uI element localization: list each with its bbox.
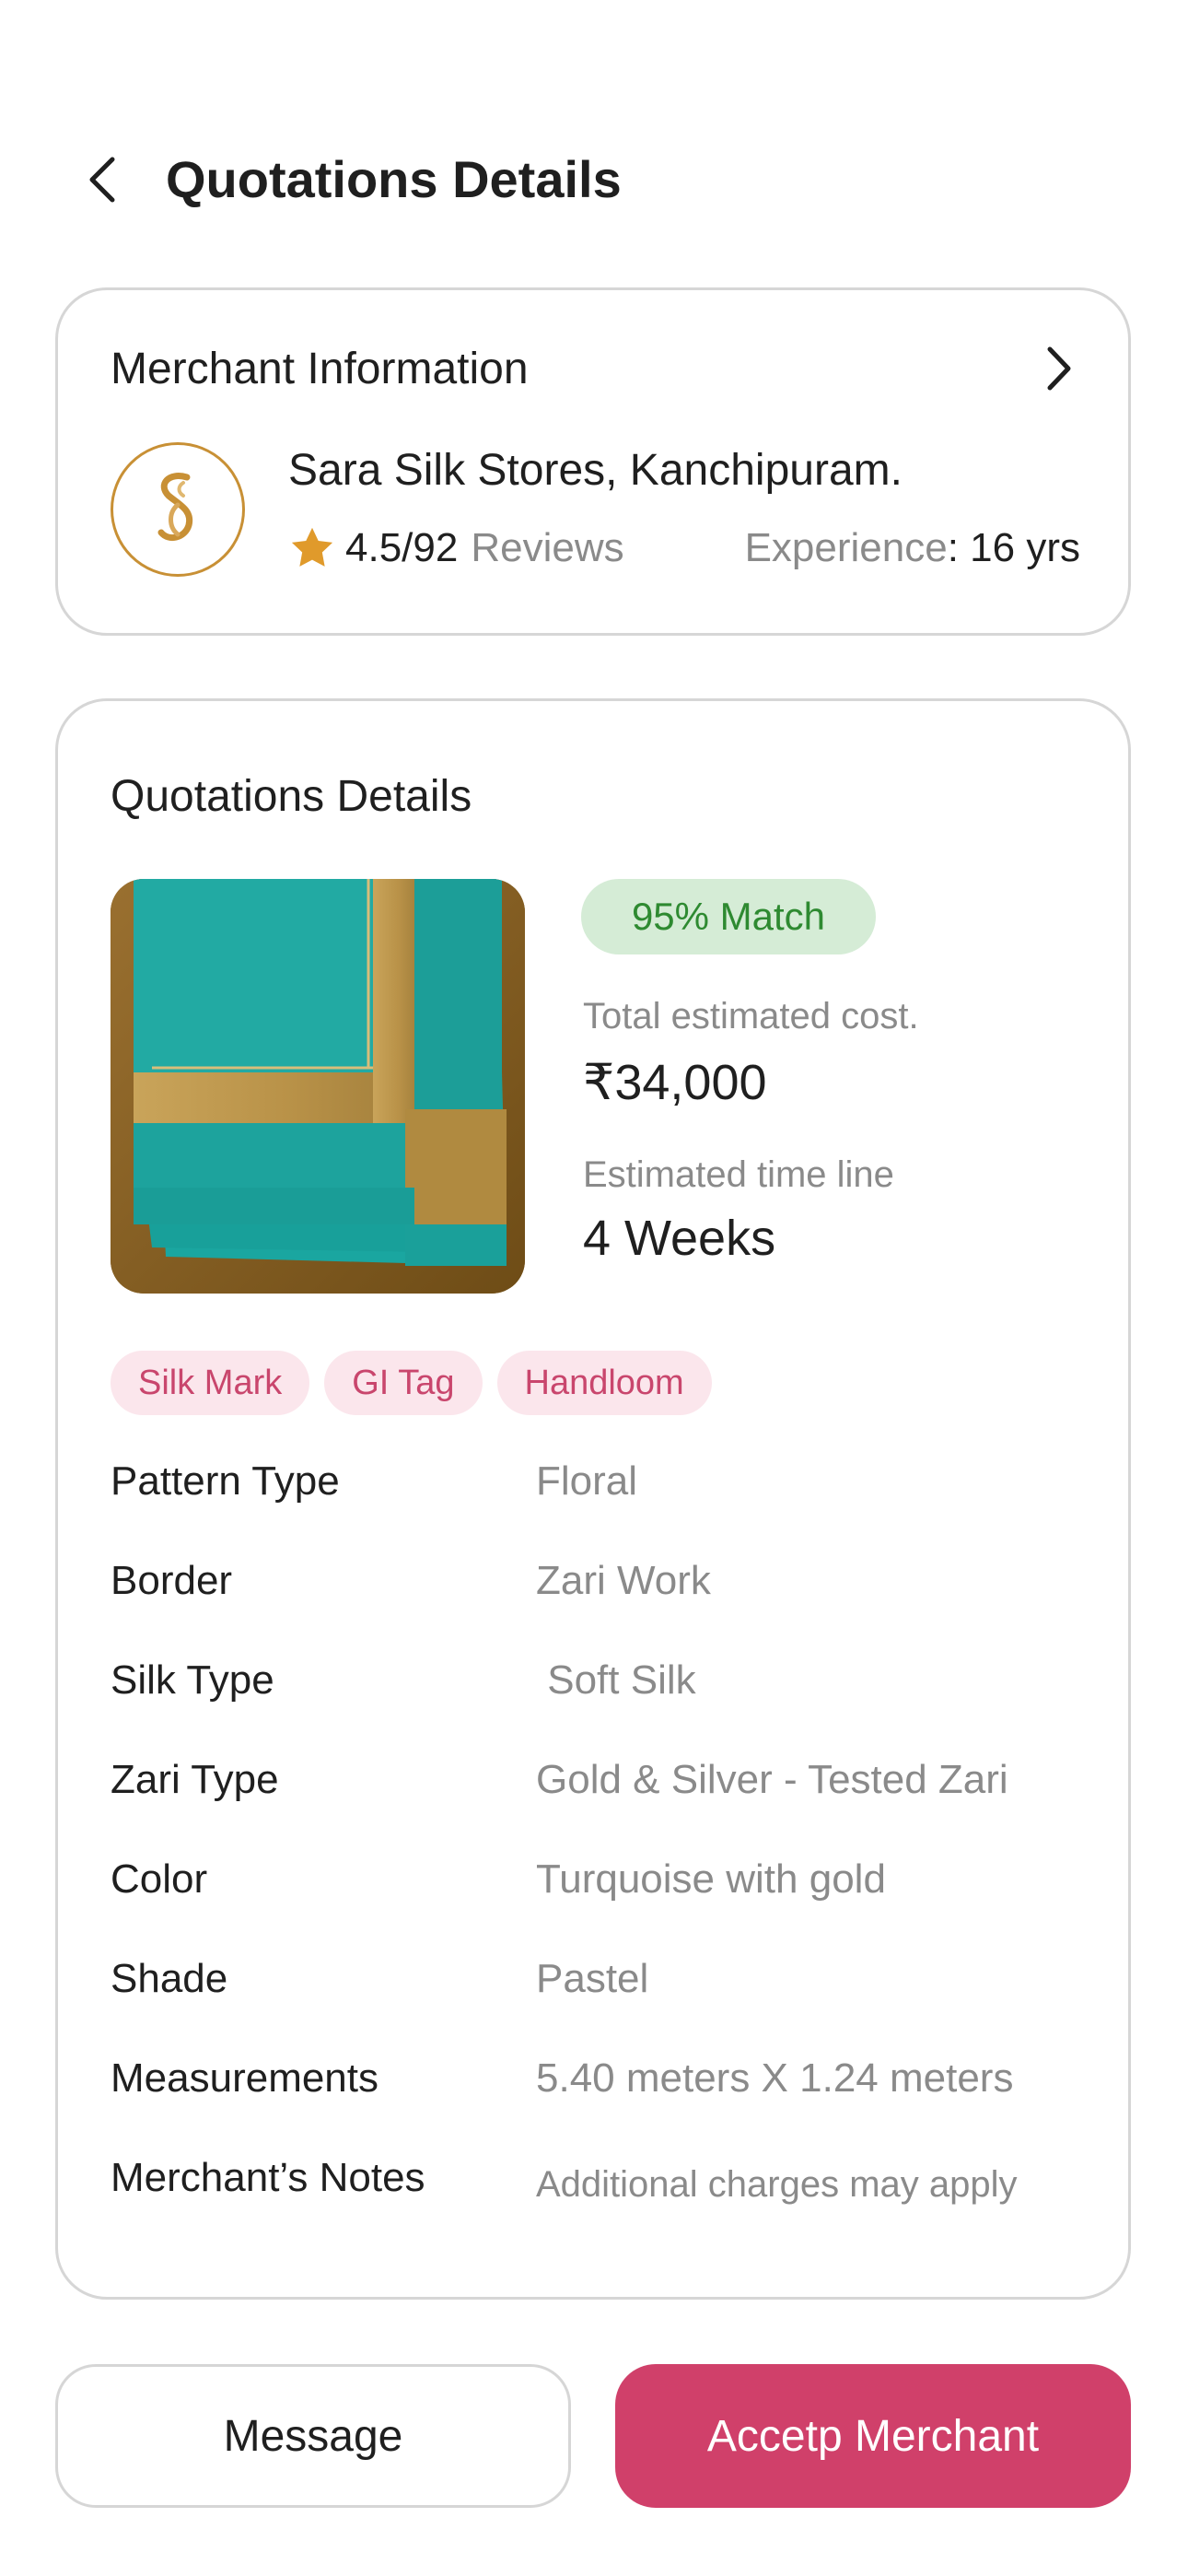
timeline-value: 4 Weeks (583, 1211, 776, 1266)
spec-row: Merchant’s Notes Additional charges may … (111, 2155, 1096, 2254)
quotation-section-title: Quotations Details (111, 772, 472, 821)
tag-handloom: Handloom (496, 1351, 712, 1415)
merchant-rating-row: 4.5/92 Reviews Experience: 16 yrs (288, 521, 1080, 576)
experience-value: 16 yrs (970, 525, 1080, 570)
experience-label: Experience (744, 525, 948, 570)
page-title: Quotations Details (166, 150, 622, 208)
spec-key: Color (111, 1856, 208, 1902)
spec-value: Zari Work (536, 1558, 711, 1603)
back-button[interactable] (76, 152, 131, 207)
merchant-logo (111, 442, 245, 577)
match-badge: 95% Match (581, 879, 876, 954)
spec-value: Soft Silk (536, 1657, 696, 1703)
spec-row: Zari Type Gold & Silver - Tested Zari (111, 1757, 1096, 1856)
app-header: Quotations Details (0, 129, 1188, 230)
tag-list: Silk Mark GI Tag Handloom (111, 1351, 712, 1415)
experience-colon: : (947, 525, 959, 570)
tag-gi-tag: GI Tag (324, 1351, 483, 1415)
quotation-details-card: Quotations Details 95% Match Total estim… (55, 698, 1131, 2300)
spec-row: Shade Pastel (111, 1956, 1096, 2055)
tag-silk-mark: Silk Mark (111, 1351, 310, 1415)
spec-value: Turquoise with gold (536, 1856, 886, 1902)
spec-key: Pattern Type (111, 1458, 340, 1504)
spec-value: 5.40 meters X 1.24 meters (536, 2055, 1014, 2101)
spec-row: Border Zari Work (111, 1558, 1096, 1657)
spec-key: Zari Type (111, 1757, 279, 1802)
saree-product-image (111, 879, 525, 1294)
spec-row: Silk Type Soft Silk (111, 1657, 1096, 1757)
merchant-section-title: Merchant Information (111, 345, 529, 393)
merchant-details-button[interactable] (1036, 345, 1082, 392)
spec-value: Gold & Silver - Tested Zari (536, 1757, 1008, 1802)
spec-value: Floral (536, 1458, 638, 1504)
spec-key: Border (111, 1558, 233, 1603)
spec-row: Measurements 5.40 meters X 1.24 meters (111, 2055, 1096, 2155)
spec-row: Pattern Type Floral (111, 1458, 1096, 1558)
spec-key: Shade (111, 1956, 228, 2001)
cost-label: Total estimated cost. (583, 996, 919, 1036)
spec-key: Silk Type (111, 1657, 274, 1703)
spec-row: Color Turquoise with gold (111, 1856, 1096, 1956)
spec-key: Measurements (111, 2055, 379, 2101)
cost-value: ₹34,000 (583, 1055, 767, 1110)
star-icon (291, 527, 333, 567)
reviews-label: Reviews (471, 525, 624, 570)
merchant-info-card[interactable]: Merchant Information Sara Silk Stores, K… (55, 287, 1131, 636)
timeline-label: Estimated time line (583, 1154, 894, 1195)
accept-merchant-button[interactable]: Accetp Merchant (615, 2364, 1131, 2508)
spec-table: Pattern Type Floral Border Zari Work Sil… (111, 1458, 1096, 2254)
merchant-name: Sara Silk Stores, Kanchipuram. (288, 446, 903, 495)
chevron-right-icon (1047, 346, 1071, 391)
message-button[interactable]: Message (55, 2364, 571, 2508)
saree-illustration (111, 879, 525, 1294)
merchant-logo-icon (157, 473, 193, 542)
spec-key: Merchant’s Notes (111, 2155, 425, 2200)
spec-value: Additional charges may apply (536, 2164, 1018, 2205)
rating-value: 4.5/92 (345, 525, 459, 570)
chevron-left-icon (89, 157, 115, 203)
experience-info: Experience: 16 yrs (745, 525, 1080, 571)
spec-value: Pastel (536, 1956, 649, 2001)
